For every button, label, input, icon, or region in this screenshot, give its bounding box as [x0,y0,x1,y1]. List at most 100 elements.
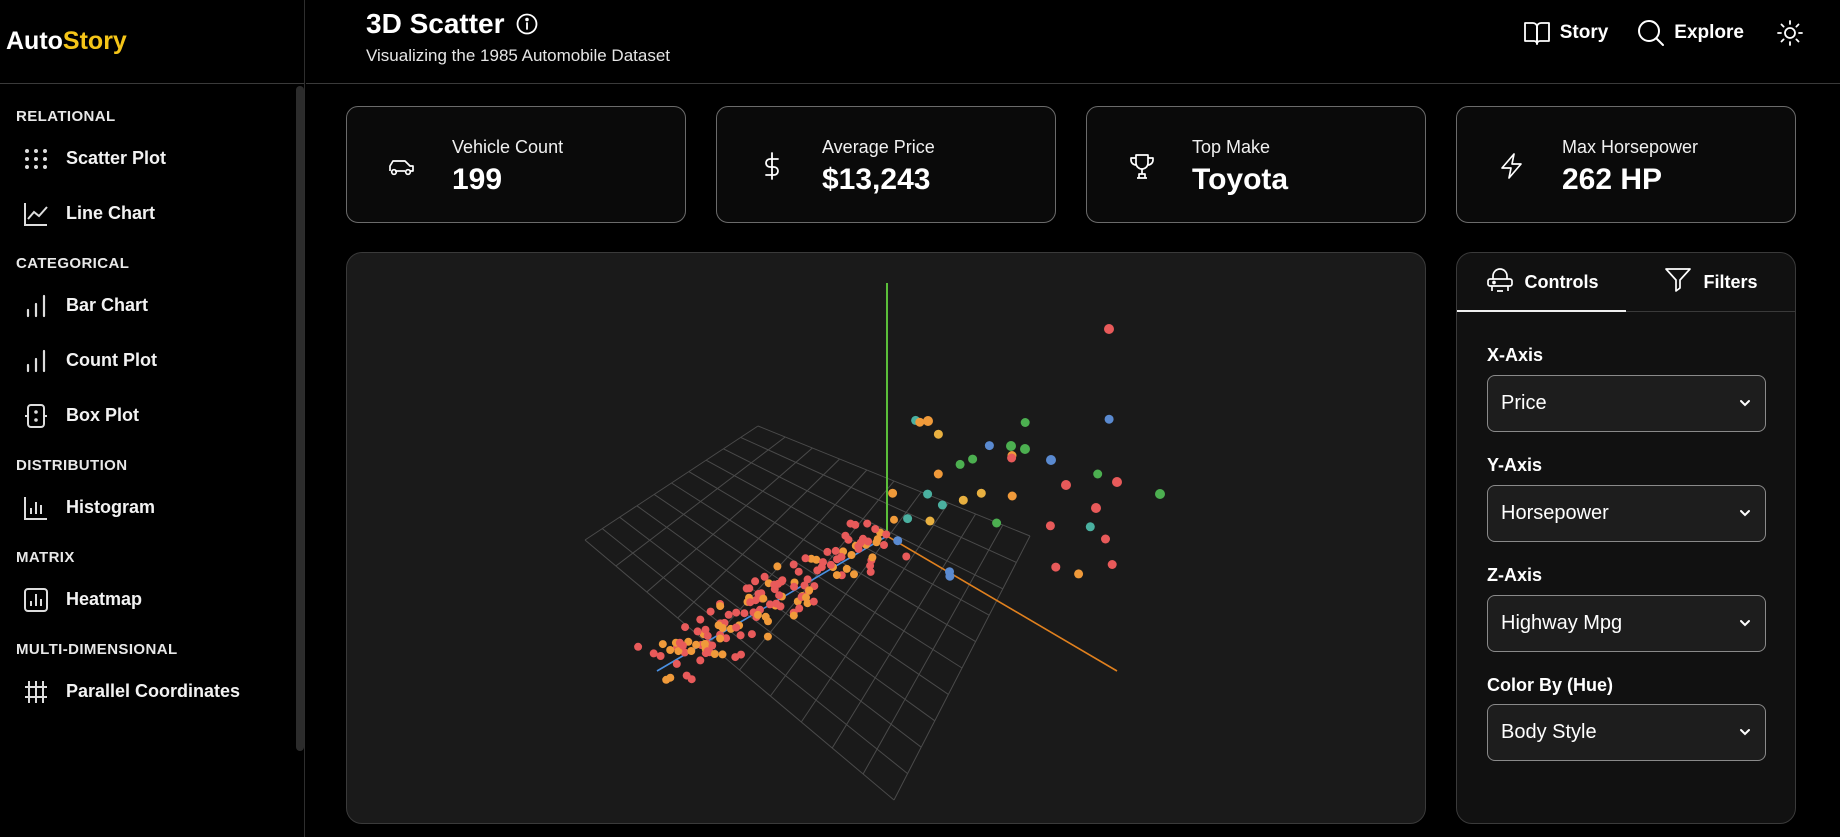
sidebar-item-parallel-coordinates[interactable]: Parallel Coordinates [0,664,304,719]
y-axis-select[interactable]: Horsepower [1487,485,1766,542]
top-nav: Story Explore [1494,18,1804,48]
x-axis-select[interactable]: Price [1487,375,1766,432]
sidebar-item-line-chart[interactable]: Line Chart [0,186,304,241]
brand-logo[interactable]: Auto Story [0,0,304,84]
data-point [832,571,841,580]
nav-explore-link[interactable]: Explore [1636,18,1744,48]
data-point [732,623,741,632]
data-point [740,609,749,618]
sidebar-item-label: Count Plot [66,350,157,370]
sidebar-scrollbar[interactable] [296,86,304,751]
sidebar-item-box-plot[interactable]: Box Plot [0,388,304,443]
page-title: 3D Scatter [366,8,505,39]
data-point [805,586,814,595]
car-icon [389,160,414,176]
data-point [656,652,665,660]
stat-value: Toyota [1192,163,1289,196]
count-plot-icon [26,349,46,372]
data-point [837,552,846,561]
grid-line [769,491,922,697]
tab-filters[interactable]: Filters [1626,253,1795,311]
data-point [790,582,798,591]
data-point [1045,521,1055,531]
sidebar-item-heatmap[interactable]: Heatmap [0,572,304,627]
scatter-3d-plot[interactable] [347,253,1426,824]
data-point [1104,324,1114,334]
data-point [945,571,955,581]
data-point [692,640,701,649]
data-point [649,649,658,658]
stat-card-max-horsepower: Max Horsepower 262 HP [1456,106,1796,223]
panel-tabs: Controls Filters [1457,253,1795,312]
data-point [958,495,968,505]
stat-label: Average Price [822,137,935,157]
data-point [1101,534,1110,544]
data-point [1020,444,1030,454]
stat-label: Max Horsepower [1562,137,1699,157]
histogram-icon [24,496,47,520]
y-axis-label: Y-Axis [1487,455,1543,475]
color-by-select[interactable]: Body Style [1487,704,1766,761]
sidebar-item-label: Scatter Plot [66,148,167,168]
sidebar-item-histogram[interactable]: Histogram [0,480,304,535]
data-point [850,570,858,579]
data-point [868,553,877,562]
data-point [1007,453,1017,463]
data-point [841,531,850,540]
data-point [933,429,943,439]
data-point [716,634,725,643]
sidebar-item-scatter-plot[interactable]: Scatter Plot [0,131,304,186]
data-point [866,561,875,570]
sidebar-item-count-plot[interactable]: Count Plot [0,333,304,388]
sidebar-item-bar-chart[interactable]: Bar Chart [0,278,304,333]
data-point [666,646,675,654]
scatter-3d-canvas[interactable] [346,252,1426,824]
stat-value: 262 HP [1562,163,1663,196]
data-point [732,608,741,617]
data-point [880,541,888,549]
controls-panel: Controls Filters X-Axis Price Y-Axis Hor… [1456,252,1796,824]
section-title-distribution: DISTRIBUTION [16,457,128,474]
z-axis-select[interactable]: Highway Mpg [1487,595,1766,652]
data-point [634,642,643,651]
sun-icon[interactable] [1776,19,1804,47]
chevron-down-icon [1740,729,1750,736]
app-root: Auto Story RELATIONAL Scatter Plot Line C… [0,0,1840,837]
tab-controls[interactable]: Controls [1457,253,1626,312]
data-point [703,647,712,656]
data-point [863,519,872,528]
brand-part2: Story [62,27,127,55]
data-point [751,577,760,586]
data-point [789,611,798,620]
data-point [753,610,762,619]
data-point [759,594,768,603]
sidebar-item-label: Histogram [66,497,156,517]
section-title-multi-dimensional: MULTI-DIMENSIONAL [16,641,178,658]
data-point [871,525,880,533]
data-point [706,607,715,616]
data-point [902,552,911,561]
data-point [775,591,784,600]
tab-filters-label: Filters [1703,271,1758,292]
stat-card-top-make: Top Make Toyota [1086,106,1426,223]
data-point [847,551,856,559]
info-icon[interactable] [515,12,539,36]
data-point [823,547,832,556]
data-point [672,659,681,668]
data-point [925,516,935,526]
data-point [795,604,804,613]
data-point [687,647,696,655]
data-point [803,575,812,584]
data-point [736,631,745,640]
data-point [1006,441,1016,451]
line-chart-icon [24,202,48,226]
data-point [903,514,913,524]
nav-story-link[interactable]: Story [1522,18,1608,48]
data-point [766,600,774,609]
data-point [864,537,873,546]
data-point [687,675,696,684]
data-point [724,610,733,619]
chevron-down-icon [1740,400,1750,407]
sidebar-item-label: Heatmap [66,589,143,609]
nav-explore-label: Explore [1674,22,1744,43]
